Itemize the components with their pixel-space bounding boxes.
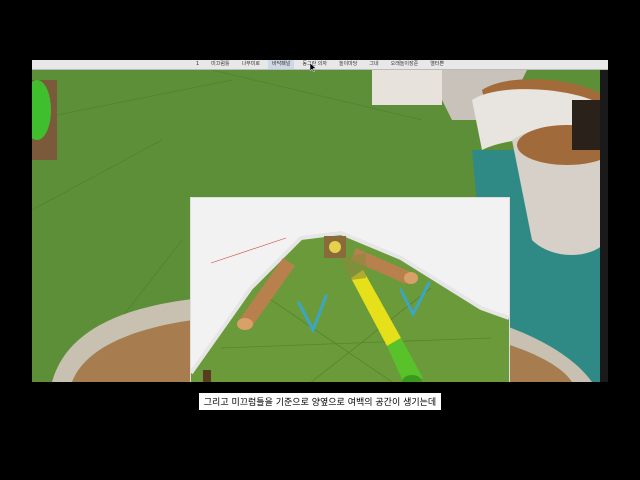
sketchup-viewport[interactable] xyxy=(32,60,608,382)
scene-tab-0[interactable]: 1 xyxy=(192,60,203,69)
scene-tab-7[interactable]: 오래놀이장준 xyxy=(387,60,423,69)
scene-tab-6[interactable]: 그네 xyxy=(365,60,382,69)
scene-tab-3[interactable]: 바닥패널 xyxy=(267,60,295,69)
scene-tab-2[interactable]: 나무미로 xyxy=(238,60,264,69)
scene-tab-5[interactable]: 놀이마당 xyxy=(335,60,361,69)
left-equipment xyxy=(32,80,57,160)
scene-tab-1[interactable]: 미끄럼틀 xyxy=(207,60,233,69)
inset-view xyxy=(190,197,510,382)
scene-tab-bar: 1 미끄럼틀 나무미로 바닥패널 동그란 의자 놀이마당 그네 오래놀이장준 열터쁜 xyxy=(32,60,608,70)
scene-tab-8[interactable]: 열터쁜 xyxy=(426,60,448,69)
inset-scene xyxy=(191,198,509,382)
mouse-cursor-icon xyxy=(310,63,316,72)
subtitle-text: 그리고 미끄럼틀을 기준으로 양옆으로 여백의 공간이 생기는데 xyxy=(198,393,442,410)
video-subtitle: 그리고 미끄럼틀을 기준으로 양옆으로 여백의 공간이 생기는데 xyxy=(0,390,640,410)
